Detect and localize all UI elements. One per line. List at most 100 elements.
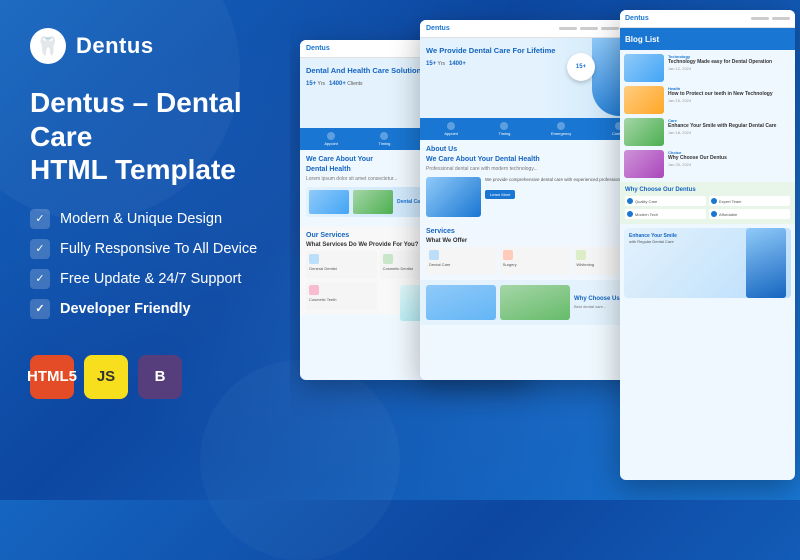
why-txt-1: Quality Care — [635, 199, 657, 204]
card-icon-4 — [309, 285, 319, 295]
feat2-txt-1: Appoint — [444, 131, 458, 136]
mock-second-header: Dentus Book — [420, 20, 650, 38]
blog-date-1: Jan 12, 2024 — [668, 66, 791, 71]
blog-txt-3: Enhance Your Smile with Regular Dental C… — [668, 123, 791, 130]
mock-card-4: Cosmetic Teeth — [306, 282, 377, 310]
nav2-dot-1 — [559, 27, 577, 30]
blog-img-2 — [624, 86, 664, 114]
mock-img-sm2 — [353, 190, 393, 214]
title-line1: Dentus – Dental Care — [30, 86, 280, 153]
blog-date-2: Jan 15, 2024 — [668, 98, 791, 103]
check-icon-modern: ✓ — [30, 209, 50, 229]
card-icon-1 — [309, 254, 319, 264]
nav3-dot-1 — [751, 17, 769, 20]
nav2-dot-2 — [580, 27, 598, 30]
mock-sec2-cards: Dental Care Surgery Whitening — [426, 247, 644, 275]
js-badge: JS — [84, 355, 128, 399]
mock-sec2-stat-row: Why Choose Us Best dental care... — [426, 285, 644, 320]
main-title: Dentus – Dental Care HTML Template — [30, 86, 280, 187]
blog-date-3: Jan 18, 2024 — [668, 130, 791, 135]
mock-second-hero-title: We Provide Dental Care For Lifetime — [426, 46, 557, 56]
check-icon-update: ✓ — [30, 269, 50, 289]
blog-date-4: Jan 20, 2024 — [668, 162, 791, 167]
mock-sec2-btn: Learn More — [485, 190, 515, 199]
why-dot-2 — [711, 198, 717, 204]
blog-content-3: Care Enhance Your Smile with Regular Den… — [668, 118, 791, 135]
blog-txt-2: How to Protect our teeth in New Technolo… — [668, 91, 791, 98]
logo-icon: 🦷 — [30, 28, 66, 64]
mock-second-features-bar: Appoint Timing Emergency Contact — [420, 118, 650, 140]
mock-second-services: Services What We Offer Dental Care Surge… — [420, 223, 650, 280]
why-dot-1 — [627, 198, 633, 204]
mock-sec2-img1 — [426, 177, 481, 217]
mock-second-logo: Dentus — [426, 25, 450, 32]
mock-blog-list-title: Blog List — [625, 35, 659, 44]
feat2-icon-1 — [447, 122, 455, 130]
tech-badges: HTML5 JS B — [30, 355, 280, 399]
check-icon-developer: ✓ — [30, 299, 50, 319]
html5-label: HTML5 — [27, 368, 77, 385]
mock-sec2-s1-title: We Care About Your Dental Health — [426, 156, 644, 163]
feature-responsive: ✓ Fully Responsive To All Device — [30, 239, 280, 259]
mock-second-section1: About Us We Care About Your Dental Healt… — [420, 140, 650, 223]
check-icon-responsive: ✓ — [30, 239, 50, 259]
mock-dentist-img — [746, 228, 786, 298]
blog-img-3 — [624, 118, 664, 146]
mock-blog-title-bar: Blog List — [620, 28, 795, 50]
mock-sec2-img-row: We provide comprehensive dental care wit… — [426, 177, 644, 217]
mock-main-hero-title: Dental And Health Care Solution — [306, 66, 437, 76]
mock-sec2-card-2: Surgery — [500, 247, 571, 275]
mock-sec2-srv-title: What We Offer — [426, 238, 644, 244]
feature-developer: ✓ Developer Friendly — [30, 299, 280, 319]
mock-second-hero: We Provide Dental Care For Lifetime 15+ … — [420, 38, 650, 118]
feature-update: ✓ Free Update & 24/7 Support — [30, 269, 280, 289]
card-txt-1: General Dentist — [309, 266, 374, 271]
mock-stat-img2 — [500, 285, 570, 320]
feature-responsive-label: Fully Responsive To All Device — [60, 241, 257, 257]
logo-row: 🦷 Dentus — [30, 28, 280, 64]
card2-txt-1: Dental Care — [429, 262, 494, 267]
mock-why-section: Why Choose Our Dentus Quality Care Exper… — [620, 182, 795, 224]
stat2-1: 15+ Yrs — [426, 61, 445, 67]
feature-list: ✓ Modern & Unique Design ✓ Fully Respons… — [30, 209, 280, 319]
feat-txt-1: Appoint — [324, 141, 338, 146]
blog-item-4: Choice Why Choose Our Dentus Jan 20, 202… — [624, 150, 791, 178]
mock-main-logo: Dentus — [306, 45, 330, 52]
why-dot-4 — [711, 211, 717, 217]
bootstrap-label: B — [155, 368, 166, 385]
mock-second-stats-section: Why Choose Us Best dental care... — [420, 280, 650, 325]
feat2-icon-3 — [557, 122, 565, 130]
mock-why-grid: Quality Care Expert Team Modern Tech Aff… — [625, 196, 790, 219]
mock-card-1: General Dentist — [306, 251, 377, 279]
preview-third: Dentus Blog List Technology Technology M… — [620, 10, 795, 480]
mock-second-badge: 15+ — [567, 53, 595, 81]
feat2-txt-2: Timing — [499, 131, 511, 136]
mock-stat-img1 — [426, 285, 496, 320]
right-panel: Dentus Book Dental And Health Care Solut… — [290, 0, 800, 500]
feature-modern: ✓ Modern & Unique Design — [30, 209, 280, 229]
feat-txt-2: Timing — [379, 141, 391, 146]
feat-2: Timing — [379, 132, 391, 146]
why-item-2: Expert Team — [709, 196, 790, 206]
html5-badge: HTML5 — [30, 355, 74, 399]
why-txt-3: Modern Tech — [635, 212, 658, 217]
blog-img-1 — [624, 54, 664, 82]
blog-content-2: Health How to Protect our teeth in New T… — [668, 86, 791, 103]
why-txt-2: Expert Team — [719, 199, 741, 204]
stat2-2: 1400+ — [449, 61, 466, 67]
mock-why-title: Why Choose Our Dentus — [625, 187, 790, 193]
card-txt-4: Cosmetic Teeth — [309, 297, 374, 302]
mock-sec2-card-1: Dental Care — [426, 247, 497, 275]
feat2-icon-2 — [500, 122, 508, 130]
why-item-1: Quality Care — [625, 196, 706, 206]
blog-item-2: Health How to Protect our teeth in New T… — [624, 86, 791, 114]
feat-1: Appoint — [324, 132, 338, 146]
feat2-txt-3: Emergency — [551, 131, 571, 136]
feature-developer-label: Developer Friendly — [60, 301, 191, 317]
stat-1: 15+ Yrs — [306, 81, 325, 87]
why-item-4: Affordable — [709, 209, 790, 219]
mock-third-header: Dentus — [620, 10, 795, 28]
mock-sec2-s1-sub: Professional dental care with modern tec… — [426, 166, 644, 173]
blog-content-1: Technology Technology Made easy for Dent… — [668, 54, 791, 71]
feat-icon-2 — [380, 132, 388, 140]
